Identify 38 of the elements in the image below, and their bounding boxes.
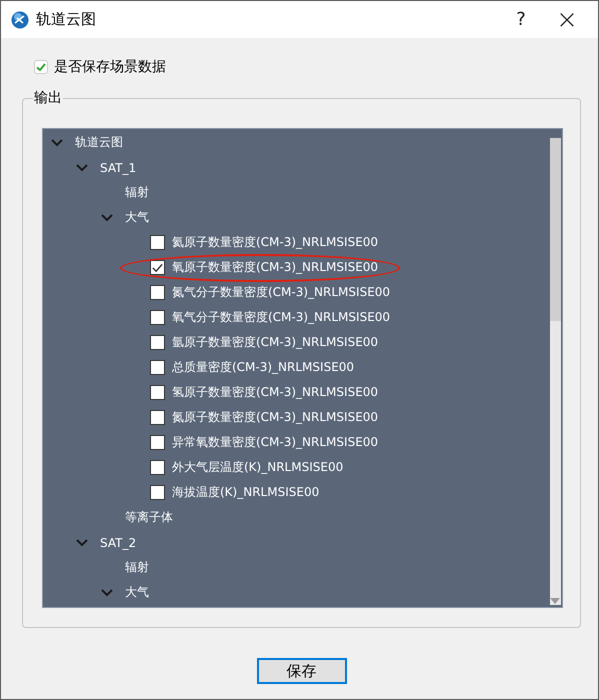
tree-item[interactable]: 大气	[125, 209, 149, 226]
tree-item[interactable]: 氢原子数量密度(CM-3)_NRLMSISE00	[172, 384, 378, 401]
checkbox[interactable]	[150, 335, 165, 350]
tree-item[interactable]: 氧气分子数量密度(CM-3)_NRLMSISE00	[172, 309, 390, 326]
save-button[interactable]: 保存	[256, 658, 346, 684]
tree-item[interactable]: SAT_1	[100, 160, 136, 174]
globe-icon	[11, 10, 29, 28]
window-title: 轨道云图	[36, 10, 96, 29]
checkbox[interactable]	[150, 460, 165, 475]
checkbox[interactable]	[150, 285, 165, 300]
tree-item[interactable]: 异常氧数量密度(CM-3)_NRLMSISE00	[172, 434, 378, 451]
tree-item[interactable]: 大气	[125, 584, 149, 601]
tree-item[interactable]: 氮气分子数量密度(CM-3)_NRLMSISE00	[172, 284, 390, 301]
tree-item[interactable]: 辐射	[125, 559, 149, 576]
tree-item[interactable]: 氮原子数量密度(CM-3)_NRLMSISE00	[172, 409, 378, 426]
tree-item[interactable]: 氩原子数量密度(CM-3)_NRLMSISE00	[172, 334, 378, 351]
group-title: 输出	[33, 89, 63, 107]
help-button[interactable]: ?	[498, 2, 544, 38]
tree-item[interactable]: 等离子体	[125, 509, 173, 526]
checkbox[interactable]	[150, 385, 165, 400]
close-button[interactable]: ×	[544, 2, 590, 38]
checkbox[interactable]	[150, 310, 165, 325]
tree-item[interactable]: 总质量密度(CM-3)_NRLMSISE00	[172, 359, 354, 376]
tree-item[interactable]: 外大气层温度(K)_NRLMSISE00	[172, 459, 344, 476]
scrollbar[interactable]	[550, 138, 561, 605]
checkbox[interactable]	[150, 260, 165, 275]
tree-item[interactable]: 氦原子数量密度(CM-3)_NRLMSISE00	[172, 234, 378, 251]
tree-item[interactable]: SAT_2	[100, 536, 136, 550]
tree-item[interactable]: 辐射	[125, 184, 149, 201]
checkbox-label: 是否保存场景数据	[54, 58, 166, 76]
checkbox[interactable]	[150, 235, 165, 250]
checkbox[interactable]	[150, 410, 165, 425]
tree-item[interactable]: 海拔温度(K)_NRLMSISE00	[172, 484, 320, 501]
tree-item[interactable]: 氧原子数量密度(CM-3)_NRLMSISE00	[172, 259, 378, 276]
tree-item[interactable]: 轨道云图	[75, 134, 123, 151]
checkbox[interactable]	[150, 485, 165, 500]
checkbox[interactable]	[150, 360, 165, 375]
checkbox[interactable]	[150, 435, 165, 450]
